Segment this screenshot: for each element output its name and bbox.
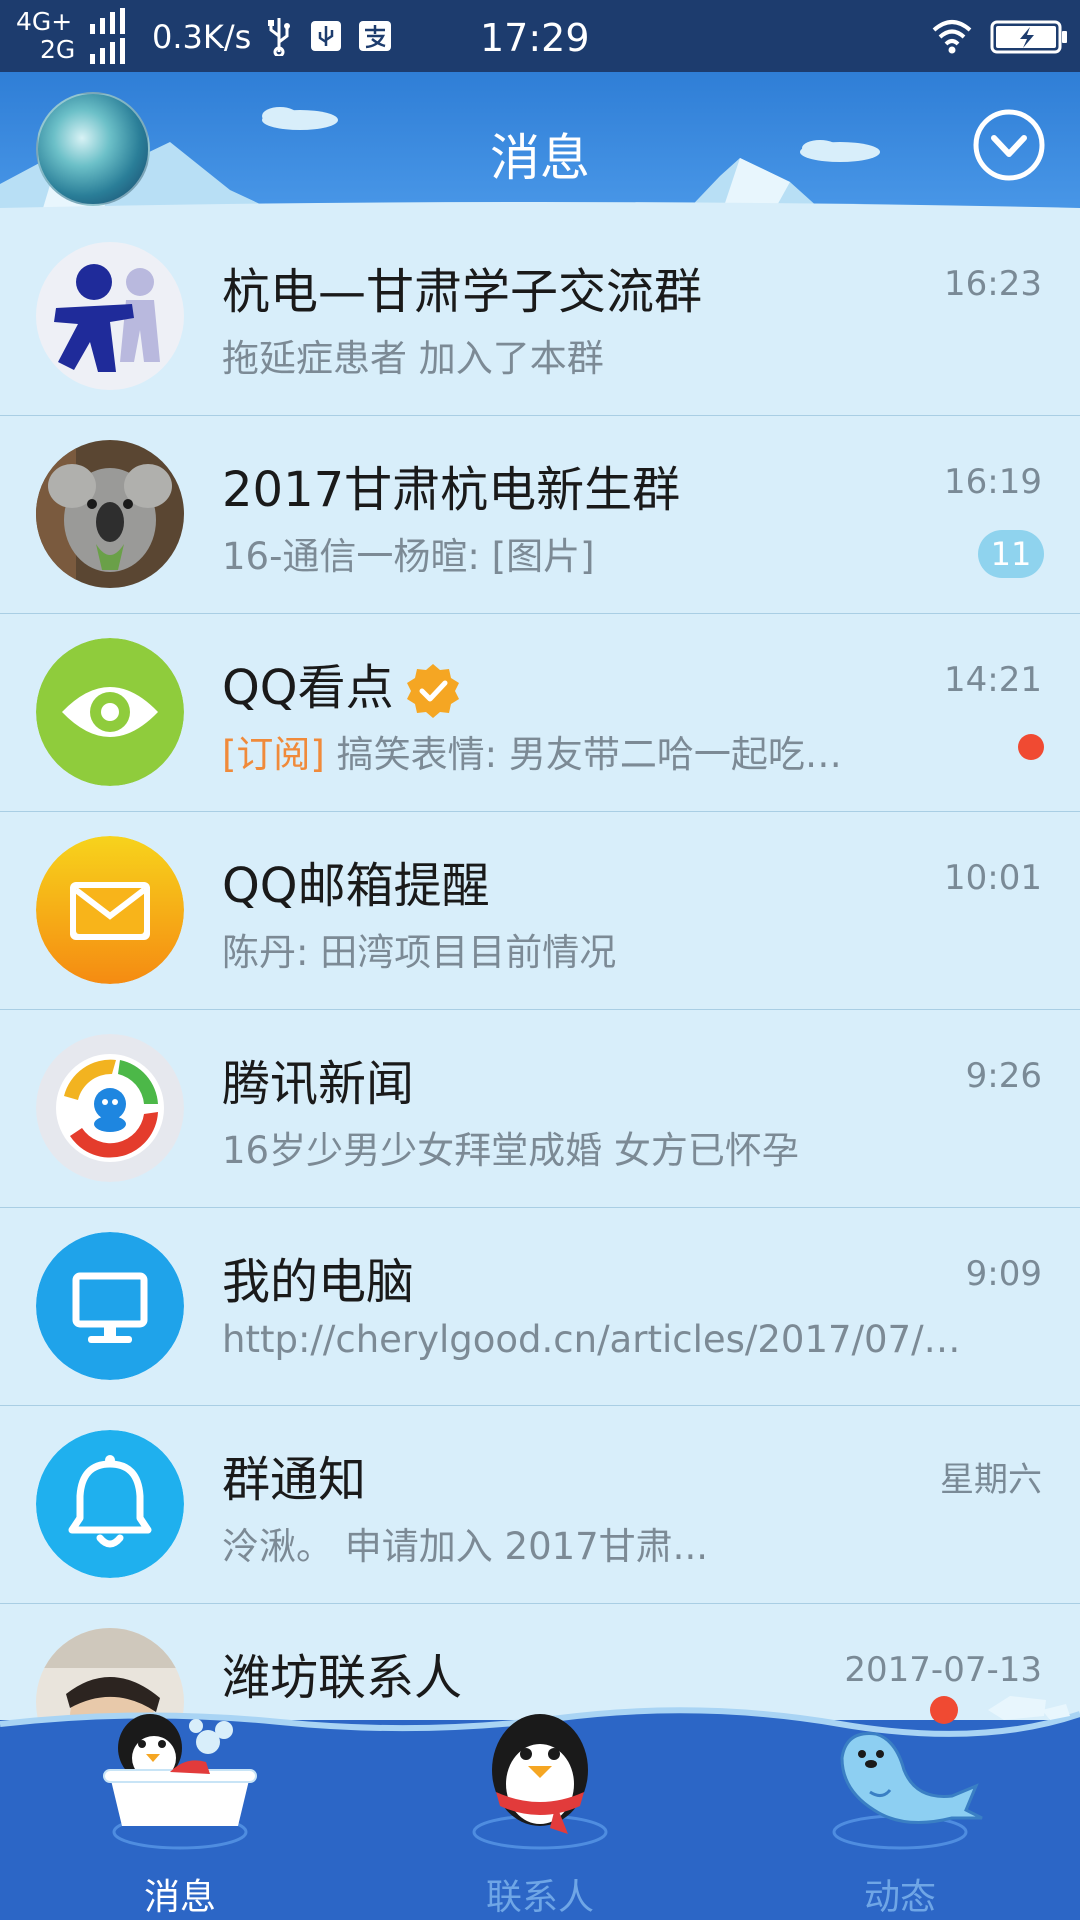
chat-time: 10:01 (944, 858, 1042, 898)
bottom-tab-bar: 消息 联系人 动态 (0, 1696, 1080, 1920)
tab-contacts[interactable]: 联系人 (360, 1714, 720, 1920)
bell-icon (36, 1430, 184, 1578)
chat-row[interactable]: QQ邮箱提醒 10:01 陈丹: 田湾项目目前情况 (0, 812, 1080, 1010)
app-header: 消息 (0, 72, 1080, 218)
network-speed: 0.3K/s (152, 18, 252, 56)
usb-debug-icon (311, 21, 341, 51)
network-type-top: 4G+ (16, 7, 73, 36)
battery-icon (990, 20, 1067, 54)
chat-row[interactable]: 我的电脑 9:09 http://cherylgood.cn/articles/… (0, 1208, 1080, 1406)
tab-label: 消息 (143, 1877, 216, 1918)
group-people-icon (36, 242, 184, 390)
unread-dot (1018, 734, 1044, 760)
chat-name: 杭电—甘肃学子交流群 (222, 264, 703, 320)
chat-row[interactable]: 杭电—甘肃学子交流群 16:23 拖延症患者 加入了本群 (0, 218, 1080, 416)
chat-preview-text: 搞笑表情: 男友带二哈一起吃… (324, 733, 842, 776)
tab-label: 动态 (863, 1877, 936, 1918)
chat-avatar (36, 242, 184, 390)
network-type-bottom: 2G (40, 35, 76, 64)
alipay-icon (359, 21, 391, 51)
chat-name: QQ看点 (222, 648, 462, 720)
network-type: 4G+ 2G (16, 8, 75, 64)
chat-time: 星期六 (940, 1460, 1042, 1500)
koala-photo (36, 440, 184, 588)
page-title: 消息 (490, 129, 590, 187)
signal-strength-icon (90, 8, 125, 34)
chat-avatar (36, 1232, 184, 1380)
chat-row[interactable]: 群通知 星期六 泠湫。 申请加入 2017甘肃... (0, 1406, 1080, 1604)
usb-icon (268, 18, 290, 56)
chevron-down-circle-icon[interactable] (972, 108, 1046, 182)
chat-time: 16:19 (944, 462, 1042, 502)
chat-preview: 拖延症患者 加入了本群 (222, 337, 604, 380)
eye-icon (36, 638, 184, 786)
chat-name: QQ邮箱提醒 (222, 858, 490, 914)
chat-preview: 16-通信一杨暄: [图片] (222, 535, 595, 578)
chat-time: 14:21 (944, 660, 1042, 700)
wifi-icon (932, 20, 972, 54)
computer-monitor-icon (36, 1232, 184, 1380)
chat-name: 潍坊联系人 (222, 1650, 463, 1706)
tencent-news-icon (36, 1034, 184, 1182)
status-bar: 4G+ 2G 0.3K/s 17:29 (0, 0, 1080, 72)
chat-avatar (36, 440, 184, 588)
unread-count-badge: 11 (978, 530, 1044, 578)
chat-avatar (36, 1034, 184, 1182)
chat-row[interactable]: 腾讯新闻 9:26 16岁少男少女拜堂成婚 女方已怀孕 (0, 1010, 1080, 1208)
chat-avatar (36, 1430, 184, 1578)
verified-badge-icon (406, 664, 459, 718)
chat-row[interactable]: QQ看点 14:21 [订阅] 搞笑表情: 男友带二哈一起吃… (0, 614, 1080, 812)
chat-name: 群通知 (222, 1452, 367, 1508)
penguin-bath-icon (103, 1714, 257, 1850)
chat-avatar (36, 836, 184, 984)
chat-preview: 陈丹: 田湾项目目前情况 (222, 931, 617, 974)
chat-name: 我的电脑 (222, 1254, 415, 1310)
penguin-icon (472, 1714, 608, 1850)
chat-preview: http://cherylgood.cn/articles/2017/07/… (222, 1318, 961, 1361)
chat-avatar (36, 638, 184, 786)
chat-time: 16:23 (944, 264, 1042, 304)
signal-strength-2-icon (90, 38, 125, 64)
chat-preview: 16岁少男少女拜堂成婚 女方已怀孕 (222, 1129, 799, 1172)
chat-name-text: QQ看点 (222, 660, 394, 716)
status-clock: 17:29 (480, 16, 590, 60)
chat-row[interactable]: 2017甘肃杭电新生群 16:19 16-通信一杨暄: [图片] 11 (0, 416, 1080, 614)
chat-time: 2017-07-13 (844, 1650, 1042, 1690)
moments-unread-dot (930, 1696, 958, 1724)
ice-floe-decoration (988, 1696, 1070, 1720)
subscription-tag: [订阅] (222, 733, 325, 776)
tab-messages[interactable]: 消息 (0, 1714, 360, 1920)
chat-name: 2017甘肃杭电新生群 (222, 462, 681, 518)
chat-list[interactable]: 杭电—甘肃学子交流群 16:23 拖延症患者 加入了本群 2017甘肃杭电新生群… (0, 218, 1080, 1738)
tab-moments[interactable]: 动态 (720, 1720, 1080, 1920)
mail-icon (36, 836, 184, 984)
chat-preview: [订阅] 搞笑表情: 男友带二哈一起吃… (222, 724, 1002, 778)
tab-label: 联系人 (485, 1877, 594, 1918)
chat-time: 9:09 (965, 1254, 1042, 1294)
chat-preview: 泠湫。 申请加入 2017甘肃... (222, 1525, 708, 1568)
chat-time: 9:26 (965, 1056, 1042, 1096)
chat-name: 腾讯新闻 (222, 1056, 415, 1112)
